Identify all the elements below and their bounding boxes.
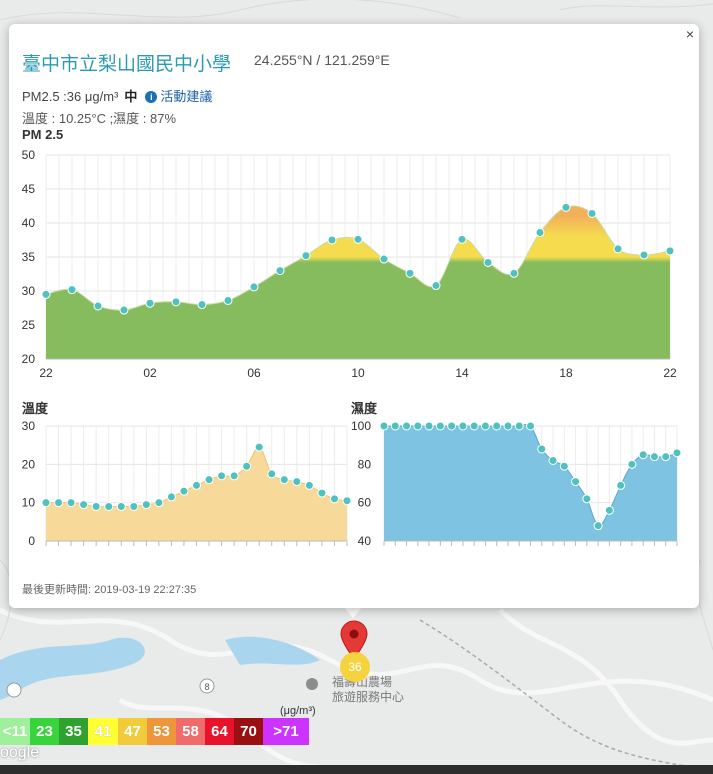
data-point[interactable] — [638, 450, 648, 460]
data-point[interactable] — [649, 452, 659, 462]
legend-unit: (μg/m³) — [280, 705, 316, 717]
y-tick-label: 60 — [358, 496, 372, 510]
road-number-label: 8 — [204, 682, 209, 692]
data-point[interactable] — [413, 421, 423, 431]
data-point[interactable] — [402, 421, 412, 431]
data-point[interactable] — [661, 452, 671, 462]
data-point[interactable] — [480, 421, 490, 431]
data-point[interactable] — [627, 459, 637, 469]
data-point[interactable] — [616, 480, 626, 490]
data-point[interactable] — [559, 461, 569, 471]
data-point[interactable] — [537, 444, 547, 454]
data-point[interactable] — [379, 421, 389, 431]
place-label-service-center: 旅遊服務中心 — [332, 689, 404, 704]
data-point[interactable] — [582, 494, 592, 504]
station-popup: × 臺中市立梨山國民中小學 24.255°N / 121.259°E PM2.5… — [9, 24, 699, 608]
data-point[interactable] — [447, 421, 457, 431]
data-point[interactable] — [435, 421, 445, 431]
legend-item: 41 — [88, 718, 118, 745]
data-point[interactable] — [503, 421, 513, 431]
data-point[interactable] — [571, 477, 581, 487]
legend-item: >71 — [263, 718, 309, 745]
bottom-bar — [0, 765, 713, 774]
legend-item: 23 — [30, 718, 59, 745]
y-tick-label: 100 — [351, 419, 371, 433]
data-point[interactable] — [469, 421, 479, 431]
data-point[interactable] — [604, 505, 614, 515]
y-tick-label: 40 — [358, 534, 372, 548]
legend-item: 58 — [176, 718, 205, 745]
legend-item: 47 — [118, 718, 147, 745]
legend-item: <11 — [0, 718, 30, 745]
data-point[interactable] — [458, 421, 468, 431]
data-point[interactable] — [492, 421, 502, 431]
data-point[interactable] — [526, 421, 535, 431]
pm25-legend: <11 23 35 41 47 53 58 64 70 >71 — [0, 718, 309, 745]
google-logo: oogle — [0, 744, 40, 761]
series-area — [384, 424, 677, 541]
legend-item: 64 — [205, 718, 234, 745]
data-point[interactable] — [593, 521, 603, 531]
y-tick-label: 80 — [358, 457, 372, 471]
marker-value-badge[interactable]: 36 — [340, 652, 370, 682]
humidity-chart: 40 60 80 100 — [351, 419, 682, 548]
legend-item: 70 — [234, 718, 263, 745]
last-updated: 最後更新時間: 2019-03-19 22:27:35 — [22, 584, 197, 596]
data-point[interactable] — [514, 421, 524, 431]
data-point[interactable] — [548, 456, 558, 465]
data-point[interactable] — [390, 421, 400, 431]
data-point[interactable] — [424, 421, 434, 431]
legend-item: 35 — [59, 718, 88, 745]
legend-item: 53 — [147, 718, 176, 745]
data-point[interactable] — [672, 448, 682, 458]
